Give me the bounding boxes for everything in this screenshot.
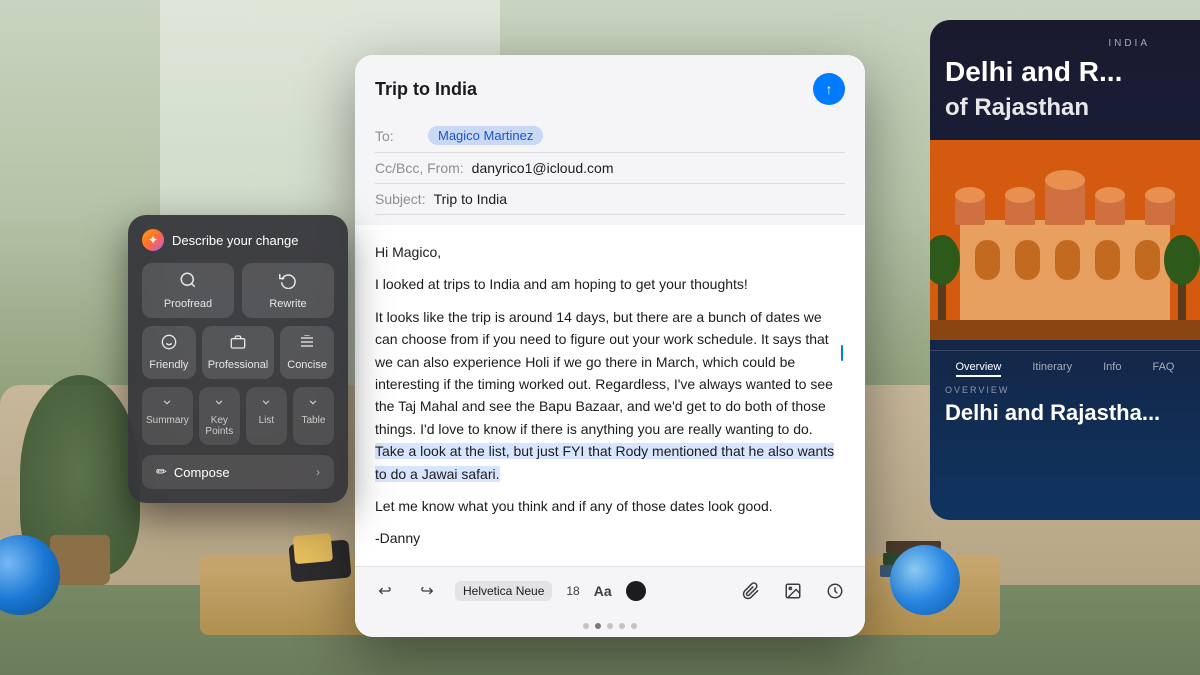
travel-website-panel: INDIA Delhi and R... of Rajasthan [930, 20, 1200, 520]
dot-5 [631, 623, 637, 629]
professional-icon [230, 334, 246, 355]
proofread-label: Proofread [164, 298, 212, 310]
recipient-chip[interactable]: Magico Martinez [428, 126, 543, 145]
friendly-label: Friendly [149, 359, 188, 371]
concise-icon [299, 334, 315, 355]
send-button[interactable]: ↑ [813, 73, 845, 105]
subject-label: Subject: [375, 191, 426, 207]
proofread-icon [179, 271, 197, 294]
from-address: danyrico1@icloud.com [472, 160, 614, 176]
email-title-row: Trip to India ↑ [375, 73, 845, 105]
email-ccbcc-field: Cc/Bcc, From: danyrico1@icloud.com [375, 153, 845, 184]
website-nav: Overview Itinerary Info FAQ [930, 350, 1200, 387]
email-title: Trip to India [375, 79, 477, 100]
key-points-icon [212, 395, 226, 412]
rewrite-label: Rewrite [269, 298, 306, 310]
key-points-button[interactable]: Key Points [199, 387, 240, 445]
compose-label: Compose [174, 465, 230, 480]
text-format-button[interactable]: Aa [594, 583, 612, 599]
dot-2 [595, 623, 601, 629]
concise-button[interactable]: Concise [280, 326, 334, 379]
summary-button[interactable]: Summary [142, 387, 193, 445]
table-icon [306, 395, 320, 412]
decorative-sphere-right [890, 545, 960, 615]
ai-panel-title: Describe your change [172, 233, 298, 248]
overview-section: OVERVIEW Delhi and Rajastha... [945, 385, 1185, 426]
list-button[interactable]: List [246, 387, 287, 445]
signature: -Danny [375, 527, 845, 549]
font-size[interactable]: 18 [566, 584, 579, 598]
table-label: Table [302, 415, 326, 426]
page-dots [355, 615, 865, 637]
ai-panel-header: ✦ Describe your change [142, 229, 334, 251]
palace-illustration [930, 140, 1200, 340]
ai-icon: ✦ [142, 229, 164, 251]
country-label: INDIA [1108, 38, 1150, 49]
font-selector[interactable]: Helvetica Neue [455, 581, 552, 601]
chevron-right-icon: › [316, 465, 320, 479]
list-label: List [259, 415, 275, 426]
table-button[interactable]: Table [293, 387, 334, 445]
attachment-button[interactable] [737, 577, 765, 605]
greeting: Hi Magico, [375, 241, 845, 263]
concise-label: Concise [287, 359, 327, 371]
to-label: To: [375, 128, 420, 144]
ai-tone-buttons: Friendly Professional Concise [142, 326, 334, 379]
ai-writing-tools-panel: ✦ Describe your change Proofread Rewrite [128, 215, 348, 503]
list-icon [259, 395, 273, 412]
nav-itinerary[interactable]: Itinerary [1032, 361, 1072, 377]
ai-top-buttons: Proofread Rewrite [142, 263, 334, 318]
email-compose-panel: Trip to India ↑ To: Magico Martinez Cc/B… [355, 55, 865, 637]
email-header: Trip to India ↑ To: Magico Martinez Cc/B… [355, 55, 865, 225]
destination-image [930, 140, 1200, 340]
text-cursor [841, 345, 843, 361]
nav-overview[interactable]: Overview [956, 361, 1002, 377]
email-to-field: To: Magico Martinez [375, 119, 845, 153]
summary-label: Summary [146, 415, 189, 426]
ccbcc-label: Cc/Bcc, From: [375, 160, 464, 176]
friendly-icon [161, 334, 177, 355]
timer-button[interactable] [821, 577, 849, 605]
panel-title: Delhi and R... of Rajasthan [945, 55, 1185, 122]
summary-icon [160, 395, 174, 412]
rewrite-button[interactable]: Rewrite [242, 263, 334, 318]
compose-button[interactable]: ✏ Compose › [142, 455, 334, 489]
email-body[interactable]: Hi Magico, I looked at trips to India an… [355, 225, 865, 566]
proofread-button[interactable]: Proofread [142, 263, 234, 318]
email-subject-field: Subject: Trip to India [375, 184, 845, 215]
nav-faq[interactable]: FAQ [1152, 361, 1174, 377]
body-paragraph-2: Let me know what you think and if any of… [375, 495, 845, 517]
dot-4 [619, 623, 625, 629]
professional-label: Professional [208, 359, 269, 371]
body-paragraph-1: It looks like the trip is around 14 days… [375, 306, 845, 485]
overview-title: Delhi and Rajastha... [945, 400, 1185, 426]
nav-info[interactable]: Info [1103, 361, 1121, 377]
compose-icon: ✏ [156, 464, 167, 480]
image-button[interactable] [779, 577, 807, 605]
ai-format-buttons: Summary Key Points List [142, 387, 334, 445]
subject-value: Trip to India [434, 191, 507, 207]
undo-button[interactable]: ↩ [371, 577, 399, 605]
rewrite-icon [279, 271, 297, 294]
friendly-button[interactable]: Friendly [142, 326, 196, 379]
key-points-label: Key Points [203, 415, 236, 437]
intro-line: I looked at trips to India and am hoping… [375, 273, 845, 295]
dot-3 [607, 623, 613, 629]
overview-label: OVERVIEW [945, 385, 1185, 395]
phone-on-table [288, 539, 351, 582]
text-color-button[interactable] [626, 581, 646, 601]
email-toolbar: ↩ ↪ Helvetica Neue 18 Aa [355, 566, 865, 615]
redo-button[interactable]: ↪ [413, 577, 441, 605]
dot-1 [583, 623, 589, 629]
professional-button[interactable]: Professional [202, 326, 275, 379]
